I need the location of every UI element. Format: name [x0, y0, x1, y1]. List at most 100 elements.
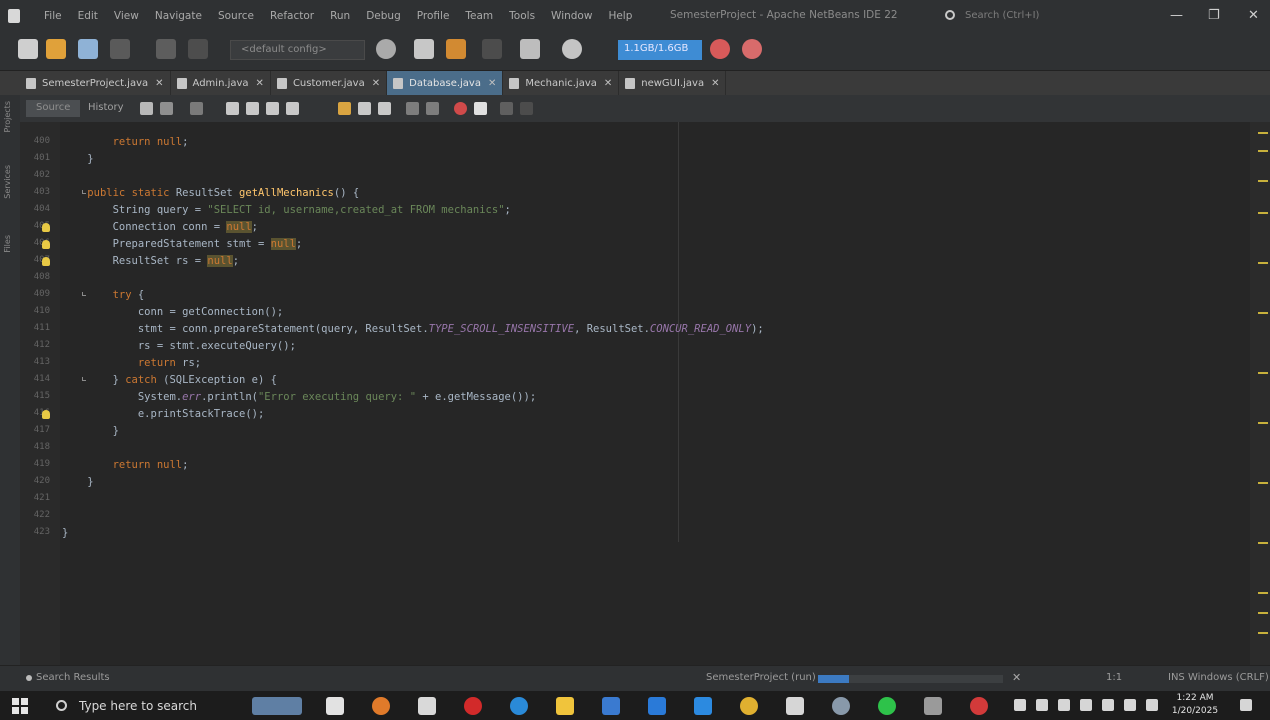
tray-app-icon[interactable] — [1036, 699, 1048, 711]
menu-profile[interactable]: Profile — [409, 10, 458, 22]
code-line[interactable] — [62, 270, 764, 287]
gc-snapshot-icon[interactable] — [742, 39, 762, 59]
app-icon[interactable] — [924, 697, 942, 715]
comment-icon[interactable] — [500, 102, 513, 115]
menu-tools[interactable]: Tools — [501, 10, 543, 22]
code-line[interactable]: ResultSet rs = null; — [62, 253, 764, 270]
build-icon[interactable] — [376, 39, 396, 59]
code-line[interactable]: } — [62, 423, 764, 440]
code-line[interactable]: return null; — [62, 134, 764, 151]
run-icon[interactable] — [482, 39, 502, 59]
close-tab-icon[interactable]: ✕ — [604, 78, 612, 89]
debug-icon[interactable] — [520, 39, 540, 59]
opera-icon[interactable] — [464, 697, 482, 715]
warning-mark[interactable] — [1258, 592, 1268, 594]
undo-icon[interactable] — [156, 39, 176, 59]
task-view-icon[interactable] — [326, 697, 344, 715]
code-line[interactable] — [62, 508, 764, 525]
menu-run[interactable]: Run — [322, 10, 358, 22]
hint-bulb-icon[interactable] — [42, 223, 50, 232]
menu-team[interactable]: Team — [457, 10, 501, 22]
edge-icon[interactable] — [510, 697, 528, 715]
clean-build-icon[interactable] — [414, 39, 434, 59]
warning-mark[interactable] — [1258, 372, 1268, 374]
prev-bookmark-icon[interactable] — [338, 102, 351, 115]
tray-app-icon[interactable] — [1080, 699, 1092, 711]
menu-navigate[interactable]: Navigate — [147, 10, 210, 22]
warning-mark[interactable] — [1258, 542, 1268, 544]
widgets-icon[interactable] — [252, 697, 302, 715]
taskbar-clock[interactable]: 1:22 AM 1/20/2025 — [1170, 692, 1220, 718]
minimize-icon[interactable]: — — [1170, 8, 1183, 23]
network-icon[interactable] — [1124, 699, 1136, 711]
start-macro-icon[interactable] — [454, 102, 467, 115]
netbeans-icon[interactable] — [786, 697, 804, 715]
hint-bulb-icon[interactable] — [42, 410, 50, 419]
save-all-icon[interactable] — [110, 39, 130, 59]
toggle-bookmark-icon[interactable] — [378, 102, 391, 115]
terminal-icon[interactable] — [602, 697, 620, 715]
code-line[interactable]: } — [62, 474, 764, 491]
warning-mark[interactable] — [1258, 180, 1268, 182]
taskbar-search-input[interactable]: Type here to search — [79, 699, 197, 713]
next-bookmark-icon[interactable] — [358, 102, 371, 115]
maximize-icon[interactable]: ❐ — [1208, 8, 1220, 23]
memory-indicator[interactable]: 1.1GB/1.6GB — [618, 40, 702, 60]
close-tab-icon[interactable]: ✕ — [155, 78, 163, 89]
warning-mark[interactable] — [1258, 262, 1268, 264]
warning-mark[interactable] — [1258, 312, 1268, 314]
menu-source[interactable]: Source — [210, 10, 262, 22]
files-panel-tab[interactable]: Files — [3, 235, 12, 253]
chrome-icon[interactable] — [740, 697, 758, 715]
new-file-icon[interactable] — [46, 39, 66, 59]
warning-mark[interactable] — [1258, 482, 1268, 484]
store-icon[interactable] — [418, 697, 436, 715]
close-tab-icon[interactable]: ✕ — [372, 78, 380, 89]
hint-bulb-icon[interactable] — [42, 257, 50, 266]
app-icon[interactable] — [832, 697, 850, 715]
redo-icon[interactable] — [188, 39, 208, 59]
code-line[interactable]: return null; — [62, 457, 764, 474]
menu-window[interactable]: Window — [543, 10, 600, 22]
file-explorer-icon[interactable] — [556, 697, 574, 715]
uncomment-icon[interactable] — [520, 102, 533, 115]
code-line[interactable]: rs = stmt.executeQuery(); — [62, 338, 764, 355]
last-edit-icon[interactable] — [140, 102, 153, 115]
error-stripe[interactable] — [1250, 122, 1270, 665]
open-project-icon[interactable] — [78, 39, 98, 59]
code-line[interactable]: e.printStackTrace(); — [62, 406, 764, 423]
menu-help[interactable]: Help — [600, 10, 640, 22]
show-hidden-icons-icon[interactable] — [1014, 699, 1026, 711]
tab-newgui[interactable]: newGUI.java ✕ — [619, 71, 727, 95]
code-line[interactable]: stmt = conn.prepareStatement(query, Resu… — [62, 321, 764, 338]
code-line[interactable] — [62, 440, 764, 457]
shift-right-icon[interactable] — [426, 102, 439, 115]
menu-debug[interactable]: Debug — [358, 10, 409, 22]
find-previous-icon[interactable] — [246, 102, 259, 115]
code-line[interactable]: System.err.println("Error executing quer… — [62, 389, 764, 406]
warning-mark[interactable] — [1258, 150, 1268, 152]
services-panel-tab[interactable]: Services — [3, 165, 12, 199]
stop-macro-icon[interactable] — [474, 102, 487, 115]
warning-mark[interactable] — [1258, 212, 1268, 214]
back-icon[interactable] — [160, 102, 173, 115]
source-tab[interactable]: Source — [26, 100, 81, 117]
tab-customer[interactable]: Customer.java ✕ — [271, 71, 388, 95]
code-line[interactable]: public static ResultSet getAllMechanics(… — [62, 185, 764, 202]
tab-database[interactable]: Database.java ✕ — [387, 71, 504, 95]
profile-icon[interactable] — [562, 39, 582, 59]
hint-bulb-icon[interactable] — [42, 240, 50, 249]
taskbar-search[interactable]: Type here to search — [46, 693, 236, 718]
code-line[interactable]: PreparedStatement stmt = null; — [62, 236, 764, 253]
forward-icon[interactable] — [190, 102, 203, 115]
notification-icon[interactable] — [1240, 699, 1252, 711]
config-select[interactable]: <default config> — [230, 40, 365, 60]
menu-file[interactable]: File — [36, 10, 70, 22]
code-line[interactable]: return rs; — [62, 355, 764, 372]
code-line[interactable]: } — [62, 525, 764, 542]
vscode-icon[interactable] — [648, 697, 666, 715]
warning-mark[interactable] — [1258, 612, 1268, 614]
code-line[interactable] — [62, 168, 764, 185]
firefox-icon[interactable] — [372, 697, 390, 715]
cancel-task-icon[interactable]: ✕ — [1012, 671, 1021, 684]
